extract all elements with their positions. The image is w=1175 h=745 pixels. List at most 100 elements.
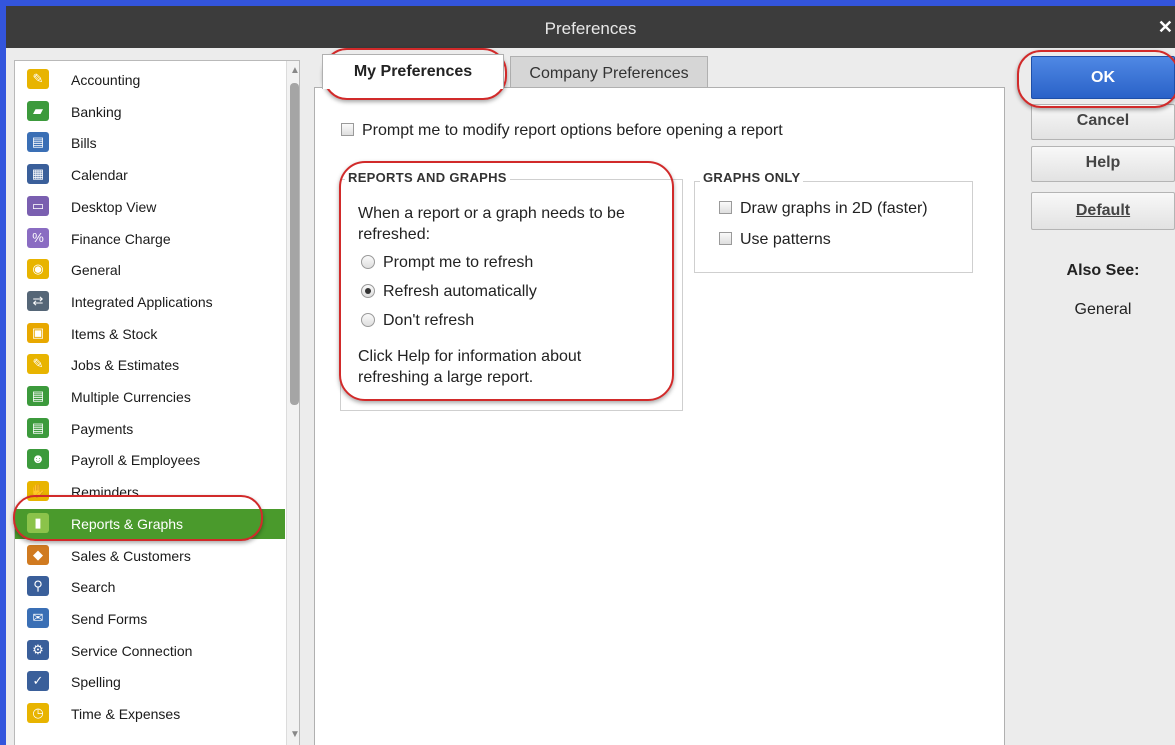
refresh-help-line2: refreshing a large report. [358,369,534,386]
prompt-refresh-radio[interactable] [361,254,375,269]
accounting-icon: ✎ [27,69,49,89]
sidebar-item-label: Desktop View [71,198,157,215]
sidebar-item-label: Service Connection [71,642,193,659]
sidebar-item-integrated-applications[interactable]: ⇄ Integrated Applications [15,287,285,317]
sidebar-item-label: Integrated Applications [71,293,213,310]
refresh-option-prompt[interactable]: Prompt me to refresh [361,254,533,272]
sidebar-item-accounting[interactable]: ✎ Accounting [15,65,285,95]
jobs-estimates-icon: ✎ [27,354,49,375]
prompt-modify-option[interactable]: Prompt me to modify report options befor… [341,122,783,140]
refresh-option-none[interactable]: Don't refresh [361,312,474,330]
also-see-general-link[interactable]: General [1031,301,1175,319]
sidebar-item-label: Spelling [71,674,121,691]
prompt-modify-checkbox[interactable] [341,123,354,137]
also-see-title: Also See: [1066,262,1140,279]
sidebar-item-service-connection[interactable]: ⚙ Service Connection [15,636,285,666]
scroll-up-arrow-icon[interactable]: ▲ [290,65,299,76]
sidebar-item-banking[interactable]: ▰ Banking [15,97,285,127]
refresh-help-line1: Click Help for information about [358,348,582,365]
spelling-icon: ✓ [27,671,49,692]
default-button[interactable]: Default [1031,192,1175,230]
multiple-currencies-icon: ▤ [27,386,49,406]
tab-my-preferences[interactable]: My Preferences [322,54,504,89]
tab-company-preferences[interactable]: Company Preferences [510,56,708,90]
draw-2d-checkbox[interactable] [719,201,732,215]
sales-customers-icon: ◆ [27,544,49,565]
use-patterns-option[interactable]: Use patterns [719,231,831,249]
sidebar-item-reminders[interactable]: ✋ Reminders [15,477,285,507]
sidebar-item-label: Payroll & Employees [71,452,201,469]
window-title: Preferences [544,19,637,38]
prompt-modify-label: Prompt me to modify report options befor… [362,122,783,139]
sidebar-item-spelling[interactable]: ✓ Spelling [15,667,285,697]
sidebar-item-label: Send Forms [71,610,148,627]
sidebar-item-multiple-currencies[interactable]: ▤ Multiple Currencies [15,382,285,412]
sidebar-item-general[interactable]: ◉ General [15,255,285,285]
sidebar-item-send-forms[interactable]: ✉ Send Forms [15,604,285,634]
reports-graphs-icon: ▮ [27,512,49,533]
refresh-automatically-radio[interactable] [361,283,375,298]
refresh-intro-line2: refreshed: [358,226,431,243]
sidebar-item-payments[interactable]: ▤ Payments [15,414,285,444]
search-icon: ⚲ [27,576,49,597]
send-forms-icon: ✉ [27,607,49,628]
draw-2d-label: Draw graphs in 2D (faster) [740,200,928,217]
sidebar-item-label: Calendar [71,167,128,184]
sidebar-item-bills[interactable]: ▤ Bills [15,128,285,158]
sidebar-item-items-stock[interactable]: ▣ Items & Stock [15,319,285,349]
reminders-icon: ✋ [27,481,49,502]
reports-and-graphs-title: REPORTS AND GRAPHS [345,170,510,185]
sidebar-item-sales-customers[interactable]: ◆ Sales & Customers [15,541,285,571]
refresh-intro-line1: When a report or a graph needs to be [358,205,625,222]
sidebar-item-time-expenses[interactable]: ◷ Time & Expenses [15,699,285,729]
payroll-employees-icon: ☻ [27,449,49,470]
sidebar-item-label: General [71,262,121,279]
scroll-thumb[interactable] [290,83,299,405]
sidebar-item-calendar[interactable]: ▦ Calendar [15,160,285,190]
tab-company-preferences-label: Company Preferences [529,65,689,82]
cancel-button[interactable]: Cancel [1031,104,1175,140]
sidebar-item-label: Reports & Graphs [71,515,184,532]
finance-charge-icon: % [27,227,49,248]
dont-refresh-radio[interactable] [361,312,375,327]
refresh-option-automatic[interactable]: Refresh automatically [361,283,537,301]
sidebar-item-label: Sales & Customers [71,547,191,564]
sidebar-item-reports-graphs[interactable]: ▮ Reports & Graphs [15,508,285,539]
refresh-automatically-label: Refresh automatically [383,283,537,300]
sidebar-scrollbar[interactable]: ▲ ▼ [286,61,299,745]
draw-2d-option[interactable]: Draw graphs in 2D (faster) [719,200,928,218]
sidebar-item-label: Banking [71,103,122,120]
sidebar-item-label: Search [71,579,116,596]
sidebar-item-label: Bills [71,135,97,152]
use-patterns-checkbox[interactable] [719,232,732,246]
tab-my-preferences-label: My Preferences [353,63,473,80]
dont-refresh-label: Don't refresh [383,312,475,329]
bills-icon: ▤ [27,132,49,153]
scroll-down-arrow-icon[interactable]: ▼ [290,729,299,740]
integrated-applications-icon: ⇄ [27,290,49,311]
sidebar-item-payroll-employees[interactable]: ☻ Payroll & Employees [15,445,285,475]
sidebar-item-desktop-view[interactable]: ▭ Desktop View [15,192,285,222]
sidebar-item-label: Payments [71,420,134,437]
close-icon[interactable]: ✕ [1158,17,1173,38]
sidebar-item-search[interactable]: ⚲ Search [15,572,285,602]
service-connection-icon: ⚙ [27,639,49,660]
sidebar-item-label: Accounting [71,72,141,88]
preferences-category-list: ✎ Accounting ▰ Banking ▤ Bills ▦ Calendar ▭ Deskt… [14,60,300,745]
use-patterns-label: Use patterns [740,231,831,248]
refresh-intro-text: When a report or a graph needs to be ref… [358,203,625,245]
title-bar: Preferences ✕ [6,6,1175,48]
calendar-icon: ▦ [27,164,49,185]
sidebar-item-jobs-estimates[interactable]: ✎ Jobs & Estimates [15,350,285,380]
sidebar-item-finance-charge[interactable]: % Finance Charge [15,224,285,254]
prompt-refresh-label: Prompt me to refresh [383,254,534,271]
payments-icon: ▤ [27,417,49,438]
banking-icon: ▰ [27,100,49,121]
ok-button[interactable]: OK [1031,56,1175,99]
time-expenses-icon: ◷ [27,703,49,723]
refresh-help-text: Click Help for information about refresh… [358,346,581,388]
sidebar-item-label: Jobs & Estimates [71,357,180,374]
default-button-label: Default [1075,202,1131,219]
graphs-only-group [694,181,973,273]
help-button[interactable]: Help [1031,146,1175,182]
